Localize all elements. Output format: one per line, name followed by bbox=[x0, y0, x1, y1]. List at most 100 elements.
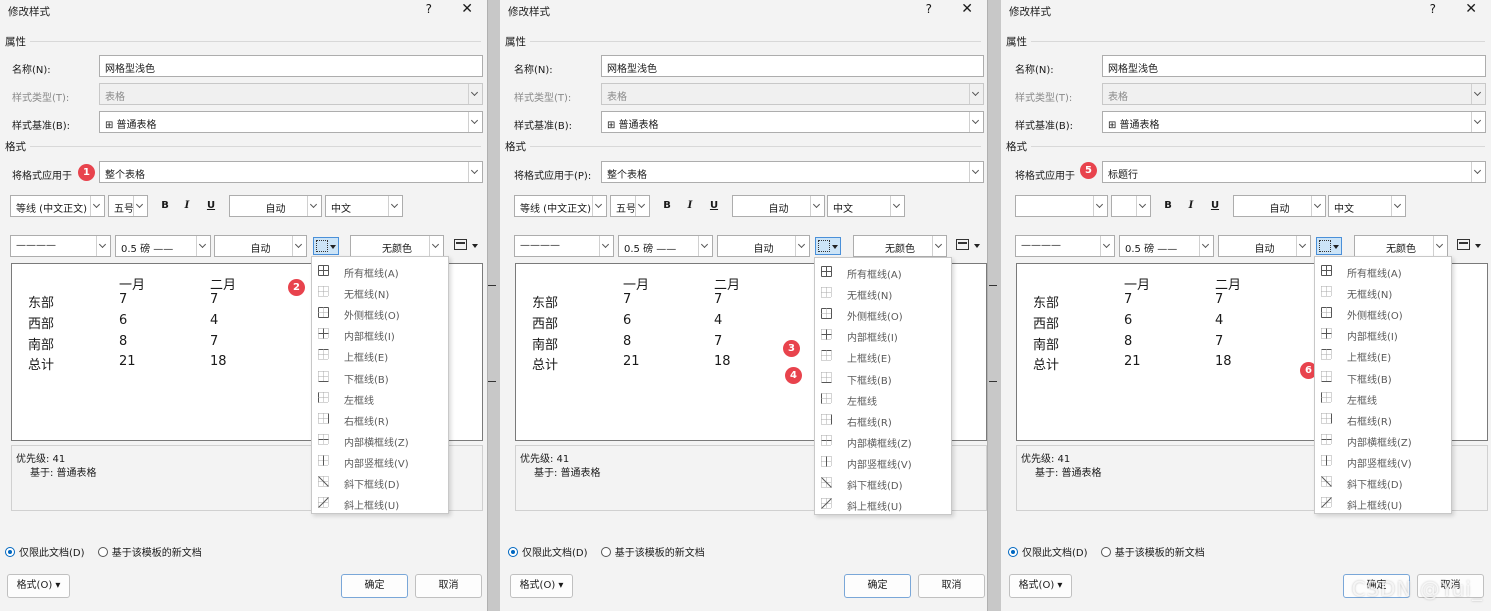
apply-to-select[interactable]: 整个表格 bbox=[99, 161, 483, 183]
radio-new-docs[interactable] bbox=[97, 547, 108, 557]
line-style-select[interactable]: ———— bbox=[1015, 235, 1115, 257]
border-menu-item[interactable]: 内部竖框线(V) bbox=[312, 450, 448, 471]
border-menu-item[interactable]: 外侧框线(O) bbox=[1315, 302, 1451, 323]
apply-to-select[interactable]: 标题行 bbox=[1102, 161, 1486, 183]
apply-to-select[interactable]: 整个表格 bbox=[601, 161, 984, 183]
bold-button[interactable]: B bbox=[659, 200, 675, 214]
font-select[interactable]: 等线 (中文正文) bbox=[514, 195, 607, 217]
underline-button[interactable]: U bbox=[1207, 200, 1223, 214]
bold-button[interactable]: B bbox=[1160, 200, 1176, 214]
font-color-select[interactable]: 自动 bbox=[229, 195, 322, 217]
radio-this-doc[interactable] bbox=[1008, 547, 1018, 557]
font-select[interactable] bbox=[1015, 195, 1108, 217]
border-menu-item[interactable]: 上框线(E) bbox=[1315, 344, 1451, 365]
border-menu-item[interactable]: 内部横框线(Z) bbox=[1315, 429, 1451, 450]
border-menu-item[interactable]: 左框线 bbox=[312, 387, 448, 408]
border-menu-item[interactable]: 无框线(N) bbox=[1315, 281, 1451, 302]
cancel-button[interactable]: 取消 bbox=[918, 574, 985, 598]
border-menu-item[interactable]: 内部框线(I) bbox=[1315, 323, 1451, 344]
line-color-select[interactable]: 自动 bbox=[214, 235, 307, 257]
language-select[interactable]: 中文 bbox=[827, 195, 905, 217]
line-color-select[interactable]: 自动 bbox=[1218, 235, 1311, 257]
border-menu-item[interactable]: 右框线(R) bbox=[1315, 408, 1451, 429]
size-select[interactable] bbox=[1111, 195, 1151, 217]
format-menu-button[interactable]: 格式(O) ▾ bbox=[1009, 574, 1072, 598]
cancel-button[interactable]: 取消 bbox=[415, 574, 482, 598]
border-menu-item[interactable]: 上框线(E) bbox=[815, 345, 951, 366]
format-menu-button[interactable]: 格式(O) ▾ bbox=[7, 574, 70, 598]
close-button[interactable]: ✕ bbox=[961, 1, 973, 17]
help-button[interactable]: ? bbox=[926, 2, 932, 16]
line-weight-select[interactable]: 0.5 磅 —— bbox=[618, 235, 713, 257]
radio-this-doc[interactable] bbox=[508, 547, 518, 557]
border-menu-item[interactable]: 上框线(E) bbox=[312, 344, 448, 365]
border-menu-item[interactable]: 所有框线(A) bbox=[312, 260, 448, 281]
line-style-select[interactable]: ———— bbox=[10, 235, 111, 257]
close-button[interactable]: ✕ bbox=[461, 1, 473, 17]
borders-dropdown-button[interactable] bbox=[313, 237, 339, 255]
border-menu-item[interactable]: 下框线(B) bbox=[312, 366, 448, 387]
border-menu-item[interactable]: 所有框线(A) bbox=[1315, 260, 1451, 281]
line-color-select[interactable]: 自动 bbox=[717, 235, 810, 257]
line-weight-select[interactable]: 0.5 磅 —— bbox=[115, 235, 211, 257]
border-menu-item[interactable]: 斜下框线(D) bbox=[815, 472, 951, 493]
border-menu-item[interactable]: 斜上框线(U) bbox=[815, 493, 951, 514]
borders-dropdown-button[interactable] bbox=[1316, 237, 1342, 255]
italic-button[interactable]: I bbox=[179, 200, 195, 214]
ok-button[interactable]: 确定 bbox=[341, 574, 408, 598]
based-select[interactable]: ⊞ 普通表格 bbox=[1102, 111, 1486, 133]
line-weight-select[interactable]: 0.5 磅 —— bbox=[1119, 235, 1214, 257]
language-select[interactable]: 中文 bbox=[1328, 195, 1406, 217]
border-menu-item[interactable]: 内部竖框线(V) bbox=[815, 451, 951, 472]
shading-select[interactable]: 无颜色 bbox=[1354, 235, 1448, 257]
help-button[interactable]: ? bbox=[1430, 2, 1436, 16]
shading-select[interactable]: 无颜色 bbox=[350, 235, 444, 257]
radio-new-docs[interactable] bbox=[600, 547, 611, 557]
shading-select[interactable]: 无颜色 bbox=[853, 235, 947, 257]
border-menu-item[interactable]: 斜下框线(D) bbox=[312, 471, 448, 492]
based-select[interactable]: ⊞ 普通表格 bbox=[99, 111, 483, 133]
shading-icon[interactable] bbox=[1457, 239, 1481, 253]
bold-button[interactable]: B bbox=[157, 200, 173, 214]
border-menu-item[interactable]: 内部竖框线(V) bbox=[1315, 450, 1451, 471]
name-input[interactable]: 网格型浅色 bbox=[601, 55, 984, 77]
border-menu-item[interactable]: 左框线 bbox=[815, 388, 951, 409]
language-select[interactable]: 中文 bbox=[325, 195, 403, 217]
border-menu-item[interactable]: 无框线(N) bbox=[312, 281, 448, 302]
border-menu-item[interactable]: 外侧框线(O) bbox=[312, 302, 448, 323]
border-menu-item[interactable]: 右框线(R) bbox=[815, 409, 951, 430]
border-menu-item[interactable]: 内部框线(I) bbox=[815, 324, 951, 345]
name-input[interactable]: 网格型浅色 bbox=[99, 55, 483, 77]
shading-icon[interactable] bbox=[454, 239, 478, 253]
format-menu-button[interactable]: 格式(O) ▾ bbox=[510, 574, 573, 598]
font-color-select[interactable]: 自动 bbox=[732, 195, 825, 217]
ok-button[interactable]: 确定 bbox=[844, 574, 911, 598]
size-select[interactable]: 五号 bbox=[108, 195, 148, 217]
border-menu-item[interactable]: 下框线(B) bbox=[1315, 366, 1451, 387]
border-menu-item[interactable]: 斜上框线(U) bbox=[312, 492, 448, 513]
help-button[interactable]: ? bbox=[426, 2, 432, 16]
border-menu-item[interactable]: 斜下框线(D) bbox=[1315, 471, 1451, 492]
size-select[interactable]: 五号 bbox=[610, 195, 650, 217]
italic-button[interactable]: I bbox=[682, 200, 698, 214]
line-style-select[interactable]: ———— bbox=[514, 235, 614, 257]
radio-this-doc[interactable] bbox=[5, 547, 15, 557]
close-button[interactable]: ✕ bbox=[1465, 1, 1477, 17]
border-menu-item[interactable]: 内部横框线(Z) bbox=[815, 430, 951, 451]
border-menu-item[interactable]: 右框线(R) bbox=[312, 408, 448, 429]
border-menu-item[interactable]: 所有框线(A) bbox=[815, 261, 951, 282]
border-menu-item[interactable]: 内部框线(I) bbox=[312, 323, 448, 344]
border-menu-item[interactable]: 斜上框线(U) bbox=[1315, 492, 1451, 513]
font-color-select[interactable]: 自动 bbox=[1233, 195, 1326, 217]
radio-new-docs[interactable] bbox=[1100, 547, 1111, 557]
border-menu-item[interactable]: 下框线(B) bbox=[815, 367, 951, 388]
based-select[interactable]: ⊞ 普通表格 bbox=[601, 111, 984, 133]
shading-icon[interactable] bbox=[956, 239, 980, 253]
underline-button[interactable]: U bbox=[706, 200, 722, 214]
name-input[interactable]: 网格型浅色 bbox=[1102, 55, 1486, 77]
border-menu-item[interactable]: 左框线 bbox=[1315, 387, 1451, 408]
borders-dropdown-button[interactable] bbox=[815, 237, 841, 255]
italic-button[interactable]: I bbox=[1183, 200, 1199, 214]
border-menu-item[interactable]: 外侧框线(O) bbox=[815, 303, 951, 324]
border-menu-item[interactable]: 内部横框线(Z) bbox=[312, 429, 448, 450]
